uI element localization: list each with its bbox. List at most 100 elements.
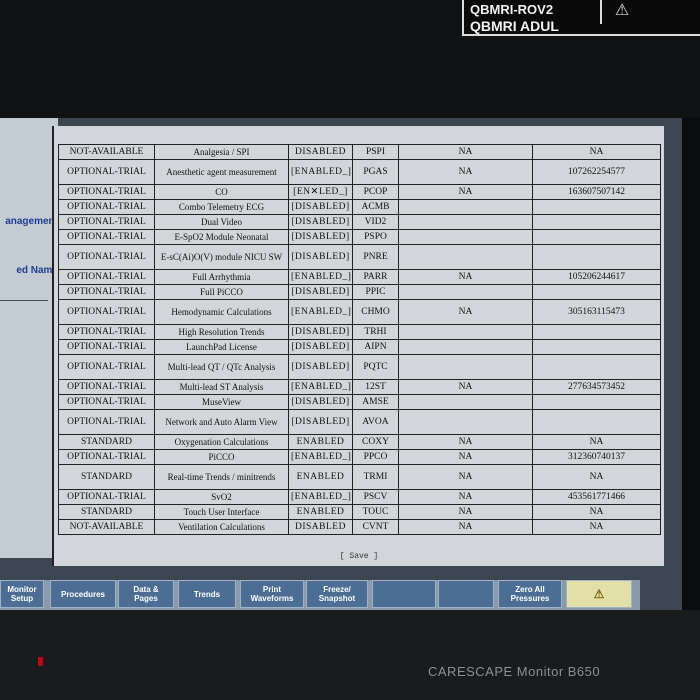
cell-status: NOT-AVAILABLE: [58, 519, 155, 535]
left-menu-panel: e anagement ed Name: [0, 118, 58, 558]
left-menu-item-1[interactable]: e: [0, 140, 58, 151]
brand-label: CARESCAPE Monitor B650: [428, 664, 601, 679]
cell-na-value: NA: [398, 299, 533, 325]
empty-toolbar-slot-2[interactable]: [438, 580, 494, 608]
table-row: STANDARD Oxygenation Calculations ENABLED C…: [58, 434, 661, 450]
cell-code: PQTC: [352, 354, 399, 380]
license-table: NOT-AVAILABLE Analgesia / SPI DISABLED PSPI…: [58, 144, 661, 535]
cell-status: OPTIONAL-TRIAL: [58, 159, 155, 185]
table-row: OPTIONAL-TRIAL E-SpO2 Module Neonatal [DIS…: [58, 229, 661, 245]
cell-na-value: NA: [398, 489, 533, 505]
cell-state[interactable]: [ENABLED_]: [288, 159, 353, 185]
cell-state[interactable]: [DISABLED]: [288, 339, 353, 355]
procedures-button[interactable]: Procedures: [50, 580, 116, 608]
cell-license-key: 163607507142: [532, 184, 661, 200]
monitor-setup-button[interactable]: Monitor Setup: [0, 580, 44, 608]
cell-code: AMSE: [352, 394, 399, 410]
cell-status: NOT-AVAILABLE: [58, 144, 155, 160]
power-led: [38, 657, 43, 666]
cell-na-value: NA: [398, 184, 533, 200]
cell-na-value: [398, 199, 533, 215]
cell-license-key: 312360740137: [532, 449, 661, 465]
table-row: NOT-AVAILABLE Ventilation Calculations DIS…: [58, 519, 661, 535]
cell-state[interactable]: DISABLED: [288, 144, 353, 160]
cell-code: PPCO: [352, 449, 399, 465]
cell-status: OPTIONAL-TRIAL: [58, 184, 155, 200]
cell-license-key: [532, 214, 661, 230]
table-row: OPTIONAL-TRIAL CO [EN✕LED_] PCOP NA 163607507…: [58, 184, 661, 200]
cell-license-key: 453561771466: [532, 489, 661, 505]
cell-code: AVOA: [352, 409, 399, 435]
cell-state[interactable]: [DISABLED]: [288, 394, 353, 410]
cell-state[interactable]: DISABLED: [288, 519, 353, 535]
cell-state[interactable]: [EN✕LED_]: [288, 184, 353, 200]
cell-code: TRHI: [352, 324, 399, 340]
data-pages-button[interactable]: Data & Pages: [118, 580, 174, 608]
table-row: OPTIONAL-TRIAL PiCCO [ENABLED_] PPCO NA 31236…: [58, 449, 661, 465]
cell-code: PNRE: [352, 244, 399, 270]
cell-na-value: NA: [398, 434, 533, 450]
bell-off-icon: ⚠: [600, 0, 642, 24]
cell-state[interactable]: [DISABLED]: [288, 409, 353, 435]
cell-feature: High Resolution Trends: [154, 324, 289, 340]
cell-code: AIPN: [352, 339, 399, 355]
cell-state[interactable]: [DISABLED]: [288, 229, 353, 245]
cell-code: PSPO: [352, 229, 399, 245]
table-row: OPTIONAL-TRIAL MuseView [DISABLED] AMSE: [58, 394, 661, 410]
cell-state[interactable]: [DISABLED]: [288, 354, 353, 380]
cell-feature: Multi-lead QT / QTc Analysis: [154, 354, 289, 380]
cell-feature: Full Arrhythmia: [154, 269, 289, 285]
cell-state[interactable]: [DISABLED]: [288, 284, 353, 300]
cell-state[interactable]: [ENABLED_]: [288, 379, 353, 395]
cell-na-value: [398, 354, 533, 380]
left-menu-item-3[interactable]: ed Name: [0, 265, 58, 276]
cell-code: VID2: [352, 214, 399, 230]
cell-status: STANDARD: [58, 504, 155, 520]
table-row: STANDARD Touch User Interface ENABLED TOUC N…: [58, 504, 661, 520]
save-button[interactable]: [ Save ]: [54, 552, 664, 561]
bottom-toolbar: Monitor Setup Procedures Data & Pages Tr…: [0, 580, 640, 610]
cell-state[interactable]: [DISABLED]: [288, 244, 353, 270]
cell-license-key: NA: [532, 519, 661, 535]
cell-na-value: NA: [398, 159, 533, 185]
cell-state[interactable]: [ENABLED_]: [288, 449, 353, 465]
cell-state[interactable]: [ENABLED_]: [288, 269, 353, 285]
empty-toolbar-slot-1[interactable]: [372, 580, 436, 608]
print-waveforms-button[interactable]: Print Waveforms: [240, 580, 304, 608]
cell-status: OPTIONAL-TRIAL: [58, 284, 155, 300]
cell-state[interactable]: [DISABLED]: [288, 324, 353, 340]
cell-license-key: 305163115473: [532, 299, 661, 325]
cell-status: OPTIONAL-TRIAL: [58, 379, 155, 395]
cell-state[interactable]: ENABLED: [288, 434, 353, 450]
cell-code: CVNT: [352, 519, 399, 535]
cell-na-value: NA: [398, 464, 533, 490]
cell-state[interactable]: ENABLED: [288, 464, 353, 490]
monitor-bezel-bottom: [0, 610, 700, 700]
cell-state[interactable]: [ENABLED_]: [288, 299, 353, 325]
cell-license-key: 277634573452: [532, 379, 661, 395]
table-row: OPTIONAL-TRIAL E-sC(Ai)O(V) module NICU S…: [58, 244, 661, 270]
zero-all-pressures-button[interactable]: Zero All Pressures: [498, 580, 562, 608]
table-row: OPTIONAL-TRIAL Anesthetic agent measureme…: [58, 159, 661, 185]
header-line-2: QBMRI ADUL: [470, 18, 559, 34]
cell-state[interactable]: [DISABLED]: [288, 199, 353, 215]
cell-status: OPTIONAL-TRIAL: [58, 324, 155, 340]
cell-feature: Network and Auto Alarm View: [154, 409, 289, 435]
cell-license-key: [532, 394, 661, 410]
cell-feature: E-sC(Ai)O(V) module NICU SW: [154, 244, 289, 270]
cell-feature: MuseView: [154, 394, 289, 410]
cell-na-value: [398, 339, 533, 355]
cell-state[interactable]: [DISABLED]: [288, 214, 353, 230]
cell-na-value: [398, 324, 533, 340]
cell-state[interactable]: [ENABLED_]: [288, 489, 353, 505]
cell-code: PARR: [352, 269, 399, 285]
trends-button[interactable]: Trends: [178, 580, 236, 608]
freeze-snapshot-button[interactable]: Freeze/ Snapshot: [306, 580, 368, 608]
cell-license-key: [532, 354, 661, 380]
table-row: OPTIONAL-TRIAL Dual Video [DISABLED] VID2: [58, 214, 661, 230]
cell-status: OPTIONAL-TRIAL: [58, 199, 155, 215]
cell-na-value: NA: [398, 144, 533, 160]
cell-state[interactable]: ENABLED: [288, 504, 353, 520]
alarm-silence-icon[interactable]: ⚠: [566, 580, 632, 608]
left-menu-item-2[interactable]: anagement: [0, 216, 58, 227]
